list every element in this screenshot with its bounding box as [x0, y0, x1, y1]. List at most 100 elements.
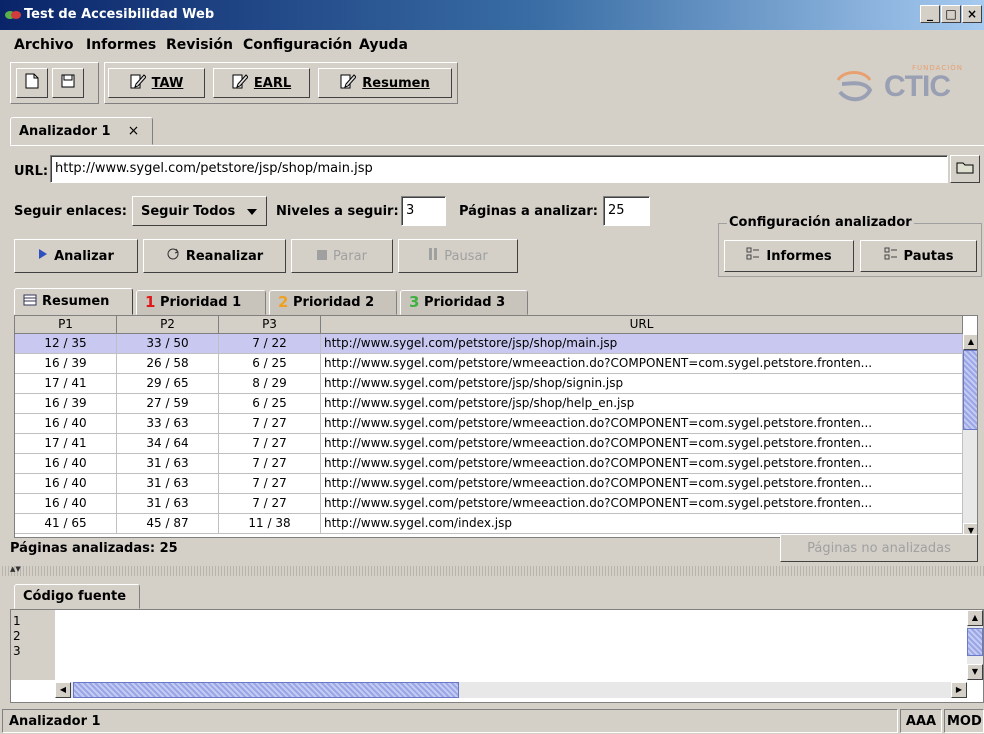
scroll-down-icon[interactable]: ▼ — [967, 664, 983, 680]
status-bar: Analizador 1 AAA MOD — [0, 707, 984, 734]
table-cell-p1: 16 / 40 — [15, 454, 117, 474]
table-cell-p3: 11 / 38 — [219, 514, 321, 534]
parar-button[interactable]: Parar — [291, 239, 393, 273]
pausar-label: Pausar — [444, 248, 488, 264]
follow-links-value: Seguir Todos — [141, 203, 236, 219]
levels-input[interactable]: 3 — [401, 196, 446, 226]
col-p2[interactable]: P2 — [117, 316, 219, 334]
informes-config-button[interactable]: Informes — [724, 240, 854, 272]
scroll-thumb[interactable] — [963, 350, 977, 430]
list-icon — [884, 247, 898, 265]
taw-label: TAW — [151, 75, 184, 91]
reanalizar-button[interactable]: Reanalizar — [143, 239, 286, 273]
close-button[interactable]: × — [962, 5, 982, 23]
tab-resumen[interactable]: Resumen — [14, 288, 133, 315]
window-title: Test de Accesibilidad Web — [24, 7, 215, 22]
menu-ayuda[interactable]: Ayuda — [359, 37, 408, 53]
tab-prioridad-3[interactable]: 3 Prioridad 3 — [400, 290, 528, 315]
col-p3[interactable]: P3 — [219, 316, 321, 334]
tab-codigo-fuente[interactable]: Código fuente — [14, 584, 140, 609]
maximize-button[interactable]: □ — [941, 5, 961, 23]
pausar-button[interactable]: Pausar — [398, 239, 518, 273]
title-bar[interactable]: Test de Accesibilidad Web _ □ × — [0, 0, 984, 30]
pause-icon — [428, 248, 438, 264]
pages-input[interactable]: 25 — [603, 196, 650, 226]
pautas-config-button[interactable]: Pautas — [860, 240, 977, 272]
table-row[interactable]: 12 / 35 33 / 50 7 / 22 http://www.sygel.com… — [15, 334, 963, 354]
table-row[interactable]: 16 / 40 31 / 63 7 / 27 http://www.sygel.com… — [15, 454, 963, 474]
table-cell-url: http://www.sygel.com/petstore/jsp/shop/s… — [321, 374, 963, 394]
table-cell-url: http://www.sygel.com/petstore/wmeeaction… — [321, 354, 963, 374]
table-row[interactable]: 17 / 41 29 / 65 8 / 29 http://www.sygel.com… — [15, 374, 963, 394]
url-label: URL: — [14, 164, 49, 179]
config-group-title: Configuración analizador — [727, 215, 914, 230]
menu-bar: Archivo Informes Revisión Configuración … — [0, 33, 984, 59]
table-cell-url: http://www.sygel.com/index.jsp — [321, 514, 963, 534]
earl-button[interactable]: EARL — [213, 68, 310, 98]
tab-prioridad-1[interactable]: 1 Prioridad 1 — [136, 290, 266, 315]
table-row[interactable]: 16 / 39 27 / 59 6 / 25 http://www.sygel.com… — [15, 394, 963, 414]
col-p1[interactable]: P1 — [15, 316, 117, 334]
minimize-button[interactable]: _ — [920, 5, 940, 23]
edit-doc-icon — [232, 73, 249, 93]
menu-informes[interactable]: Informes — [86, 37, 156, 53]
table-cell-url: http://www.sygel.com/petstore/jsp/shop/h… — [321, 394, 963, 414]
analizar-button[interactable]: Analizar — [14, 239, 138, 273]
table-cell-p2: 27 / 59 — [117, 394, 219, 414]
source-text-area[interactable] — [55, 610, 967, 680]
table-cell-p1: 16 / 39 — [15, 394, 117, 414]
scroll-thumb[interactable] — [73, 682, 459, 698]
table-cell-url: http://www.sygel.com/petstore/wmeeaction… — [321, 494, 963, 514]
menu-archivo[interactable]: Archivo — [14, 37, 74, 53]
logo-text: CTIC — [884, 70, 951, 103]
scroll-thumb[interactable] — [967, 628, 983, 656]
table-row[interactable]: 16 / 40 33 / 63 7 / 27 http://www.sygel.com… — [15, 414, 963, 434]
earl-label: EARL — [253, 75, 292, 91]
save-button[interactable] — [52, 68, 84, 98]
collapse-arrows-icon[interactable]: ▲▼ — [10, 565, 21, 573]
table-cell-p1: 16 / 40 — [15, 494, 117, 514]
resumen-report-button[interactable]: Resumen — [318, 68, 452, 98]
menu-revision[interactable]: Revisión — [166, 37, 233, 53]
table-row[interactable]: 16 / 39 26 / 58 6 / 25 http://www.sygel.com… — [15, 354, 963, 374]
split-pane-divider[interactable]: ▲▼ — [0, 565, 984, 576]
line-number: 3 — [13, 644, 21, 658]
browse-button[interactable] — [950, 155, 980, 183]
table-cell-p3: 7 / 22 — [219, 334, 321, 354]
scroll-right-icon[interactable]: ▶ — [951, 682, 967, 698]
tab-prioridad-2-label: Prioridad 2 — [293, 295, 375, 310]
not-analyzed-button[interactable]: Páginas no analizadas — [780, 534, 978, 562]
line-gutter: 1 2 3 — [11, 610, 55, 680]
table-row[interactable]: 17 / 41 34 / 64 7 / 27 http://www.sygel.com… — [15, 434, 963, 454]
table-row[interactable]: 16 / 40 31 / 63 7 / 27 http://www.sygel.com… — [15, 494, 963, 514]
resumen-report-label: Resumen — [362, 75, 430, 91]
scroll-up-icon[interactable]: ▲ — [963, 334, 977, 350]
url-input[interactable]: http://www.sygel.com/petstore/jsp/shop/m… — [50, 155, 948, 183]
follow-links-label: Seguir enlaces: — [14, 204, 127, 219]
new-button[interactable] — [16, 68, 48, 98]
follow-links-select[interactable]: Seguir Todos — [132, 196, 267, 226]
table-header: P1 P2 P3 URL — [15, 316, 963, 334]
line-number: 1 — [13, 614, 21, 628]
taw-button[interactable]: TAW — [108, 68, 205, 98]
source-vscrollbar[interactable]: ▲ ▼ — [967, 610, 983, 680]
table-cell-p1: 17 / 41 — [15, 434, 117, 454]
parar-label: Parar — [333, 248, 367, 264]
table-scrollbar[interactable]: ▲ ▼ — [963, 334, 977, 537]
table-cell-p3: 7 / 27 — [219, 434, 321, 454]
col-url[interactable]: URL — [321, 316, 963, 334]
scroll-left-icon[interactable]: ◀ — [55, 682, 71, 698]
tab-analizador-1[interactable]: Analizador 1 × — [10, 117, 153, 145]
scroll-up-icon[interactable]: ▲ — [967, 610, 983, 626]
tab-prioridad-3-label: Prioridad 3 — [424, 295, 506, 310]
table-cell-p1: 41 / 65 — [15, 514, 117, 534]
table-cell-url: http://www.sygel.com/petstore/wmeeaction… — [321, 474, 963, 494]
table-row[interactable]: 16 / 40 31 / 63 7 / 27 http://www.sygel.com… — [15, 474, 963, 494]
source-hscrollbar[interactable]: ◀ ▶ — [55, 682, 967, 698]
tab-prioridad-2[interactable]: 2 Prioridad 2 — [269, 290, 397, 315]
table-cell-p3: 6 / 25 — [219, 394, 321, 414]
table-row[interactable]: 41 / 65 45 / 87 11 / 38 http://www.sygel.co… — [15, 514, 963, 534]
menu-configuracion[interactable]: Configuración — [243, 37, 352, 53]
table-cell-p1: 12 / 35 — [15, 334, 117, 354]
tab-close-icon[interactable]: × — [128, 123, 140, 139]
